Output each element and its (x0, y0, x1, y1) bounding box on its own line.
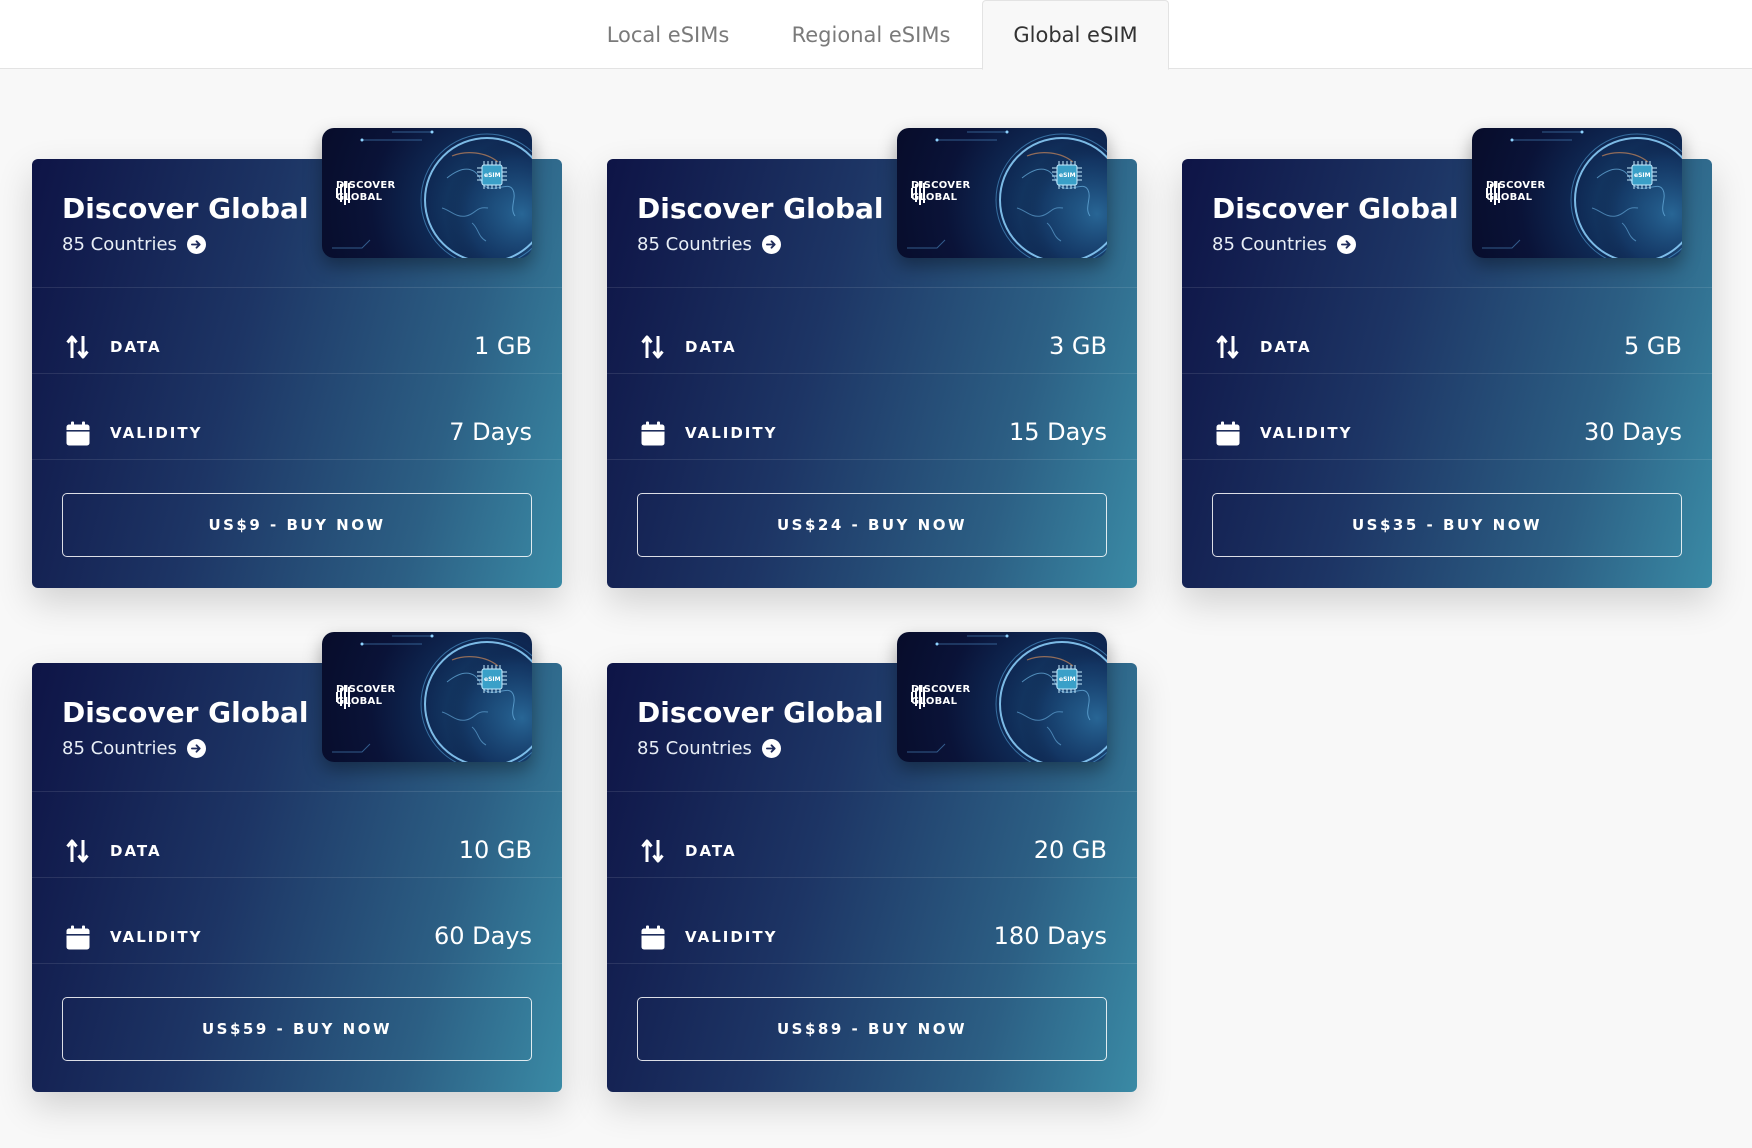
countries-link[interactable]: 85 Countries (62, 234, 206, 255)
validity-label: VALIDITY (685, 928, 778, 946)
plan-card: Discover Global 85 Countries DATA 1 GB V… (32, 128, 562, 588)
arrow-right-icon (186, 739, 206, 758)
esim-chip-label: eSIM (484, 676, 501, 683)
validity-label: VALIDITY (110, 424, 203, 442)
discover-global-logo: DISCOVER GLOBAL (911, 684, 970, 709)
data-transfer-icon (641, 334, 665, 360)
countries-link[interactable]: 85 Countries (637, 234, 781, 255)
countries-label: 85 Countries (62, 234, 177, 255)
buy-now-button[interactable]: US$24 - BUY NOW (637, 493, 1107, 557)
buy-now-button[interactable]: US$89 - BUY NOW (637, 997, 1107, 1061)
esim-chip-label: eSIM (1634, 172, 1651, 179)
divider (32, 373, 562, 374)
plan-card: Discover Global 85 Countries DATA 5 GB V… (1182, 128, 1712, 588)
divider (32, 459, 562, 460)
esim-chip-label: eSIM (1059, 676, 1076, 683)
validity-value: 60 Days (433, 922, 532, 950)
data-value: 1 GB (474, 332, 532, 360)
countries-link[interactable]: 85 Countries (1212, 234, 1356, 255)
countries-label: 85 Countries (637, 234, 752, 255)
calendar-icon (66, 421, 90, 447)
validity-label: VALIDITY (1260, 424, 1353, 442)
data-value: 10 GB (458, 836, 532, 864)
validity-value: 180 Days (993, 922, 1107, 950)
divider (607, 459, 1137, 460)
esim-card-image: DISCOVER GLOBAL eSIM (897, 128, 1107, 258)
data-transfer-icon (641, 838, 665, 864)
plan-title: Discover Global (637, 696, 884, 729)
validity-value: 15 Days (1008, 418, 1107, 446)
calendar-icon (66, 925, 90, 951)
discover-global-logo: DISCOVER GLOBAL (911, 180, 970, 205)
data-transfer-icon (1216, 334, 1240, 360)
esim-card-image: DISCOVER GLOBAL eSIM (897, 632, 1107, 762)
plan-card: Discover Global 85 Countries DATA 20 GB (607, 632, 1137, 1092)
countries-label: 85 Countries (1212, 234, 1327, 255)
esim-card-image: DISCOVER GLOBAL eSIM (1472, 128, 1682, 258)
esim-card-image: DISCOVER GLOBAL eSIM (322, 632, 532, 762)
arrow-right-icon (761, 739, 781, 758)
logo-bars-icon (911, 181, 925, 205)
countries-label: 85 Countries (637, 738, 752, 759)
data-value: 5 GB (1624, 332, 1682, 360)
plan-title: Discover Global (637, 192, 884, 225)
data-value: 20 GB (1033, 836, 1107, 864)
discover-global-logo: DISCOVER GLOBAL (336, 684, 395, 709)
data-label: DATA (110, 842, 162, 860)
plan-title: Discover Global (1212, 192, 1459, 225)
logo-bars-icon (336, 685, 350, 709)
buy-now-button[interactable]: US$35 - BUY NOW (1212, 493, 1682, 557)
discover-global-logo: DISCOVER GLOBAL (1486, 180, 1545, 205)
arrow-right-icon (186, 235, 206, 254)
divider (32, 877, 562, 878)
calendar-icon (1216, 421, 1240, 447)
esim-chip-label: eSIM (484, 172, 501, 179)
validity-value: 7 Days (449, 418, 532, 446)
calendar-icon (641, 925, 665, 951)
divider (32, 963, 562, 964)
discover-global-logo: DISCOVER GLOBAL (336, 180, 395, 205)
logo-bars-icon (911, 685, 925, 709)
logo-bars-icon (1486, 181, 1500, 205)
plan-card: Discover Global 85 Countries DATA 3 GB V… (607, 128, 1137, 588)
divider (607, 791, 1137, 792)
divider (32, 287, 562, 288)
countries-link[interactable]: 85 Countries (637, 738, 781, 759)
data-transfer-icon (66, 838, 90, 864)
data-label: DATA (110, 338, 162, 356)
data-value: 3 GB (1049, 332, 1107, 360)
divider (1182, 373, 1712, 374)
esim-card-image: DISCOVER GLOBAL eSIM (322, 128, 532, 258)
divider (32, 791, 562, 792)
validity-label: VALIDITY (685, 424, 778, 442)
tab-global-esim[interactable]: Global eSIM (982, 0, 1169, 70)
tab-regional-esims[interactable]: Regional eSIMs (772, 0, 970, 69)
buy-now-button[interactable]: US$59 - BUY NOW (62, 997, 532, 1061)
arrow-right-icon (761, 235, 781, 254)
logo-bars-icon (336, 181, 350, 205)
countries-link[interactable]: 85 Countries (62, 738, 206, 759)
plan-title: Discover Global (62, 696, 309, 729)
plan-title: Discover Global (62, 192, 309, 225)
calendar-icon (641, 421, 665, 447)
validity-value: 30 Days (1583, 418, 1682, 446)
tab-local-esims[interactable]: Local eSIMs (583, 0, 753, 69)
countries-label: 85 Countries (62, 738, 177, 759)
data-label: DATA (1260, 338, 1312, 356)
data-label: DATA (685, 338, 737, 356)
divider (607, 373, 1137, 374)
divider (1182, 459, 1712, 460)
esim-chip-label: eSIM (1059, 172, 1076, 179)
divider (607, 963, 1137, 964)
divider (607, 287, 1137, 288)
data-label: DATA (685, 842, 737, 860)
divider (1182, 287, 1712, 288)
arrow-right-icon (1336, 235, 1356, 254)
buy-now-button[interactable]: US$9 - BUY NOW (62, 493, 532, 557)
plan-card: Discover Global 85 Countries DATA 10 GB (32, 632, 562, 1092)
divider (607, 877, 1137, 878)
tab-bar: Local eSIMs Regional eSIMs Global eSIM (0, 0, 1752, 70)
validity-label: VALIDITY (110, 928, 203, 946)
data-transfer-icon (66, 334, 90, 360)
